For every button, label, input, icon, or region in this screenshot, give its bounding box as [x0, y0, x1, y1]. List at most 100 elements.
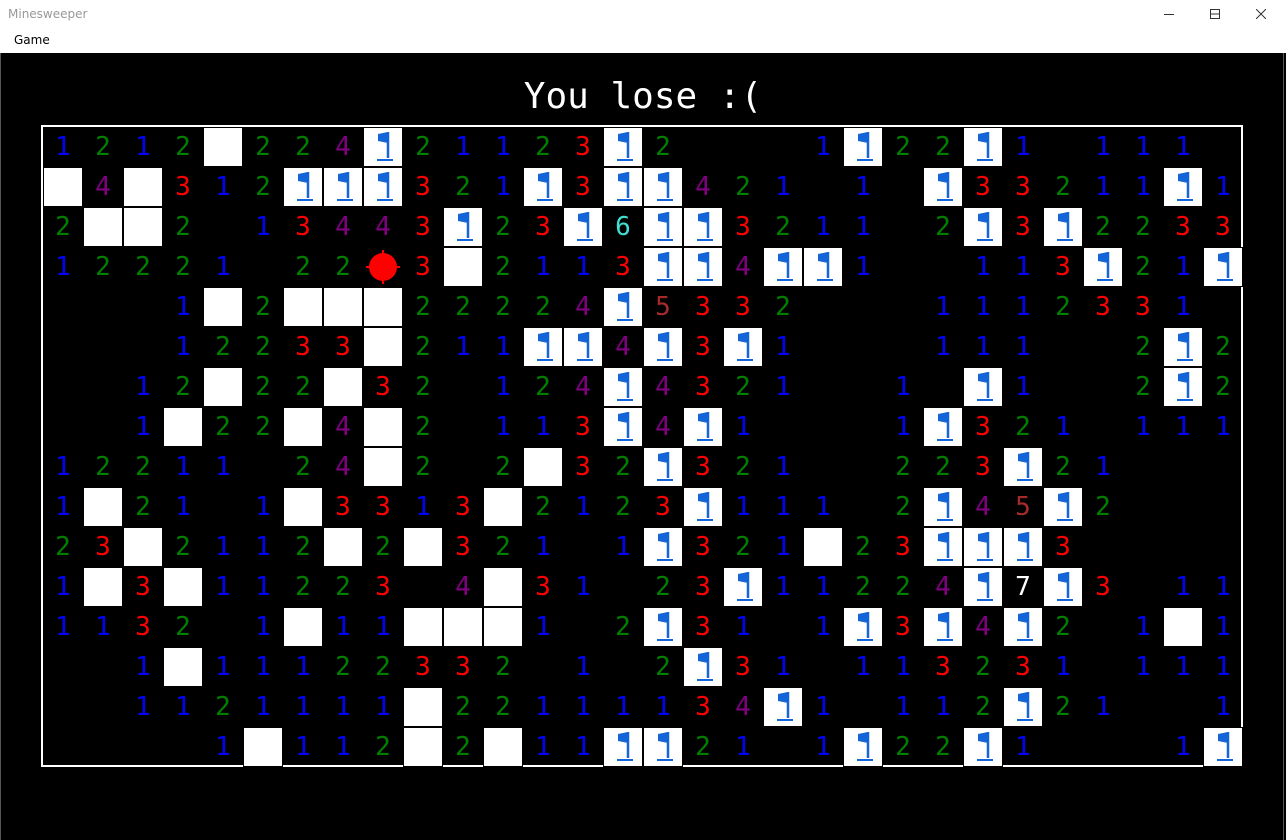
- number-cell[interactable]: 3: [963, 447, 1003, 487]
- number-cell[interactable]: 2: [43, 527, 83, 567]
- number-cell[interactable]: 4: [83, 167, 123, 207]
- number-cell[interactable]: 1: [563, 487, 603, 527]
- number-cell[interactable]: 3: [683, 687, 723, 727]
- empty-cell[interactable]: [883, 327, 923, 367]
- number-cell[interactable]: 2: [483, 207, 523, 247]
- number-cell[interactable]: 2: [883, 567, 923, 607]
- number-cell[interactable]: 1: [843, 647, 883, 687]
- number-cell[interactable]: 2: [963, 687, 1003, 727]
- flagged-cell[interactable]: [563, 207, 603, 247]
- number-cell[interactable]: 1: [163, 327, 203, 367]
- flagged-cell[interactable]: [1163, 327, 1203, 367]
- empty-cell[interactable]: [43, 687, 83, 727]
- number-cell[interactable]: 2: [203, 407, 243, 447]
- number-cell[interactable]: 3: [683, 367, 723, 407]
- number-cell[interactable]: 4: [683, 167, 723, 207]
- empty-cell[interactable]: [603, 647, 643, 687]
- covered-cell[interactable]: [403, 607, 443, 647]
- number-cell[interactable]: 1: [203, 527, 243, 567]
- flagged-cell[interactable]: [923, 407, 963, 447]
- number-cell[interactable]: 3: [563, 167, 603, 207]
- flagged-cell[interactable]: [843, 127, 883, 167]
- covered-cell[interactable]: [443, 247, 483, 287]
- number-cell[interactable]: 3: [1043, 247, 1083, 287]
- number-cell[interactable]: 3: [403, 247, 443, 287]
- number-cell[interactable]: 1: [123, 127, 163, 167]
- number-cell[interactable]: 3: [643, 487, 683, 527]
- empty-cell[interactable]: [43, 647, 83, 687]
- flagged-cell[interactable]: [1043, 567, 1083, 607]
- covered-cell[interactable]: [403, 527, 443, 567]
- number-cell[interactable]: 1: [1083, 127, 1123, 167]
- number-cell[interactable]: 1: [763, 527, 803, 567]
- number-cell[interactable]: 1: [523, 687, 563, 727]
- number-cell[interactable]: 3: [523, 207, 563, 247]
- flagged-cell[interactable]: [643, 207, 683, 247]
- empty-cell[interactable]: [83, 727, 123, 767]
- flagged-cell[interactable]: [683, 247, 723, 287]
- number-cell[interactable]: 3: [883, 527, 923, 567]
- empty-cell[interactable]: [803, 287, 843, 327]
- number-cell[interactable]: 2: [403, 367, 443, 407]
- number-cell[interactable]: 1: [1203, 407, 1243, 447]
- maximize-button[interactable]: [1192, 0, 1238, 29]
- number-cell[interactable]: 1: [763, 367, 803, 407]
- covered-cell[interactable]: [443, 607, 483, 647]
- number-cell[interactable]: 2: [163, 607, 203, 647]
- number-cell[interactable]: 1: [603, 687, 643, 727]
- empty-cell[interactable]: [83, 327, 123, 367]
- number-cell[interactable]: 3: [83, 527, 123, 567]
- number-cell[interactable]: 3: [723, 207, 763, 247]
- number-cell[interactable]: 1: [123, 367, 163, 407]
- covered-cell[interactable]: [523, 447, 563, 487]
- number-cell[interactable]: 2: [403, 407, 443, 447]
- covered-cell[interactable]: [83, 487, 123, 527]
- number-cell[interactable]: 1: [923, 687, 963, 727]
- covered-cell[interactable]: [483, 607, 523, 647]
- flagged-cell[interactable]: [603, 287, 643, 327]
- number-cell[interactable]: 2: [123, 247, 163, 287]
- covered-cell[interactable]: [203, 367, 243, 407]
- number-cell[interactable]: 2: [603, 447, 643, 487]
- number-cell[interactable]: 2: [323, 647, 363, 687]
- number-cell[interactable]: 2: [483, 447, 523, 487]
- number-cell[interactable]: 2: [483, 687, 523, 727]
- empty-cell[interactable]: [1123, 567, 1163, 607]
- covered-cell[interactable]: [403, 687, 443, 727]
- number-cell[interactable]: 3: [323, 487, 363, 527]
- empty-cell[interactable]: [843, 367, 883, 407]
- flagged-cell[interactable]: [843, 607, 883, 647]
- number-cell[interactable]: 1: [563, 567, 603, 607]
- number-cell[interactable]: 2: [363, 647, 403, 687]
- number-cell[interactable]: 2: [243, 167, 283, 207]
- empty-cell[interactable]: [1203, 287, 1243, 327]
- flagged-cell[interactable]: [843, 727, 883, 767]
- number-cell[interactable]: 4: [603, 327, 643, 367]
- number-cell[interactable]: 1: [283, 647, 323, 687]
- number-cell[interactable]: 1: [803, 487, 843, 527]
- number-cell[interactable]: 1: [523, 607, 563, 647]
- number-cell[interactable]: 1: [723, 727, 763, 767]
- empty-cell[interactable]: [1123, 687, 1163, 727]
- flagged-cell[interactable]: [963, 127, 1003, 167]
- number-cell[interactable]: 1: [1003, 127, 1043, 167]
- number-cell[interactable]: 1: [843, 167, 883, 207]
- empty-cell[interactable]: [803, 647, 843, 687]
- number-cell[interactable]: 1: [43, 607, 83, 647]
- covered-cell[interactable]: [243, 727, 283, 767]
- flagged-cell[interactable]: [603, 167, 643, 207]
- number-cell[interactable]: 2: [683, 727, 723, 767]
- empty-cell[interactable]: [763, 407, 803, 447]
- empty-cell[interactable]: [763, 127, 803, 167]
- empty-cell[interactable]: [83, 367, 123, 407]
- flagged-cell[interactable]: [763, 687, 803, 727]
- number-cell[interactable]: 4: [443, 567, 483, 607]
- number-cell[interactable]: 4: [563, 367, 603, 407]
- number-cell[interactable]: 1: [1203, 567, 1243, 607]
- exploded-mine-cell[interactable]: [363, 247, 403, 287]
- covered-cell[interactable]: [323, 367, 363, 407]
- number-cell[interactable]: 2: [1043, 607, 1083, 647]
- empty-cell[interactable]: [83, 287, 123, 327]
- number-cell[interactable]: 2: [323, 247, 363, 287]
- number-cell[interactable]: 1: [803, 687, 843, 727]
